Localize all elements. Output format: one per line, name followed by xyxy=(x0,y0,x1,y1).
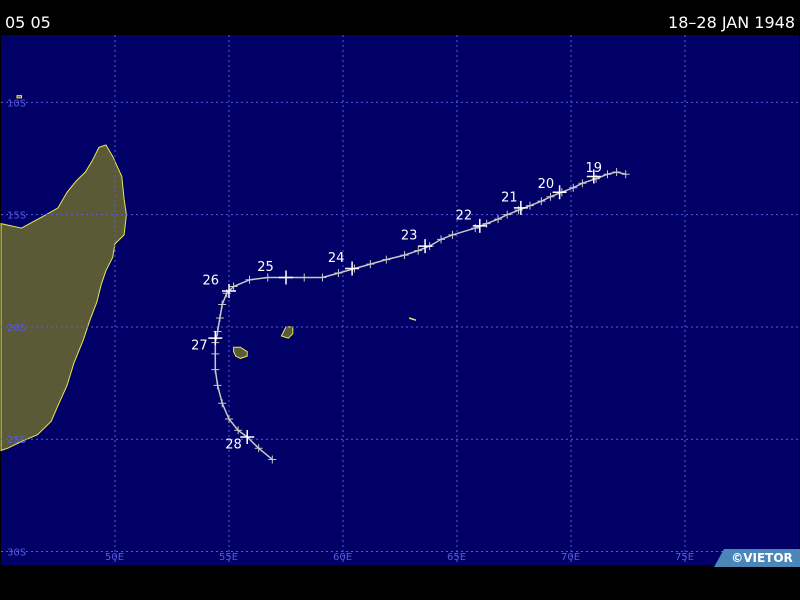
day-label: 20 xyxy=(538,177,555,192)
day-label: 19 xyxy=(586,161,603,176)
credit-tab-shape xyxy=(714,549,724,567)
lat-label: 20S xyxy=(7,323,26,334)
cyclone-track-map: 50E55E60E65E70E75E80E10S15S20S25S30S 192… xyxy=(0,35,800,565)
lon-label: 65E xyxy=(447,552,466,563)
lat-label: 15S xyxy=(7,211,26,222)
day-label: 25 xyxy=(257,260,274,275)
day-label: 27 xyxy=(191,339,208,354)
day-label: 24 xyxy=(328,251,345,266)
lon-label: 55E xyxy=(219,552,238,563)
ocean-background xyxy=(1,35,799,565)
date-range: 18–28 JAN 1948 xyxy=(668,13,795,32)
day-label: 26 xyxy=(202,274,219,289)
day-label: 22 xyxy=(456,208,473,223)
storm-id: 05 05 xyxy=(5,13,51,32)
credit-badge: ©VIETOR xyxy=(724,549,800,567)
day-label: 28 xyxy=(225,437,242,452)
lat-label: 25S xyxy=(7,435,26,446)
lat-label: 30S xyxy=(7,548,26,559)
lon-label: 50E xyxy=(105,552,124,563)
day-label: 23 xyxy=(401,229,418,244)
lon-label: 75E xyxy=(675,552,694,563)
lat-label: 10S xyxy=(7,98,26,109)
lon-label: 70E xyxy=(561,552,580,563)
day-label: 21 xyxy=(501,190,518,205)
lon-label: 60E xyxy=(333,552,352,563)
